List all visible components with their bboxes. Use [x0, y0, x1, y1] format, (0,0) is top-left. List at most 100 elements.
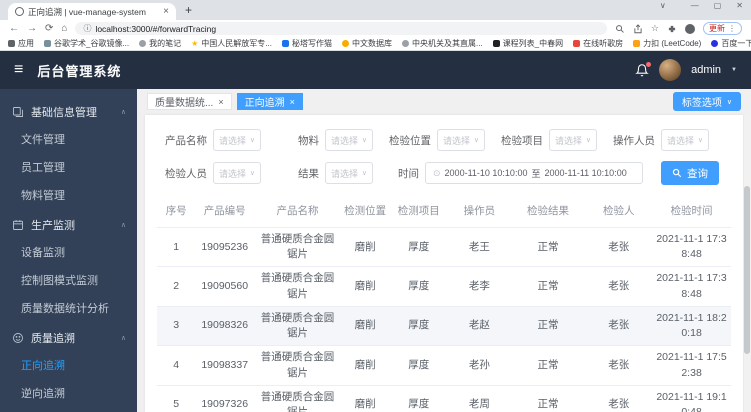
result-select[interactable]: 请选择 ∨: [325, 162, 373, 184]
product-name-select[interactable]: 请选择 ∨: [213, 129, 261, 151]
bookmark-item[interactable]: 我的笔记: [139, 38, 181, 49]
scrollbar-thumb[interactable]: [744, 186, 750, 354]
star-favicon-icon: ★: [191, 39, 199, 48]
operator-select[interactable]: 请选择 ∨: [661, 129, 709, 151]
bookmark-item[interactable]: 中文数据库: [341, 38, 392, 49]
bookmark-item[interactable]: ★ 中国人民解放军专...: [191, 38, 272, 49]
new-tab-button[interactable]: +: [185, 3, 192, 17]
sidebar-item-file-mgmt[interactable]: 文件管理: [0, 126, 137, 154]
bookmark-item[interactable]: 课程列表_中春网: [492, 38, 563, 49]
table-cell: 3: [157, 306, 196, 347]
profile-avatar[interactable]: [685, 23, 695, 34]
update-button[interactable]: 更新 ⋮: [703, 22, 742, 35]
sidebar-item-control-chart[interactable]: 控制图模式监测: [0, 267, 137, 295]
extensions-icon[interactable]: [667, 24, 677, 34]
table-cell: 老李: [448, 266, 511, 307]
reload-icon[interactable]: ⟳: [45, 23, 53, 34]
browser-menu-icon[interactable]: ⋮: [728, 24, 736, 33]
sidebar-item-backward-tracing[interactable]: 逆向追溯: [0, 380, 137, 408]
column-header: 检验结果: [510, 194, 586, 228]
select-placeholder: 请选择: [331, 135, 359, 146]
sidebar-group-basic-info[interactable]: 基础信息管理 ∧: [0, 97, 137, 126]
tag-options-label: 标签选项: [681, 98, 722, 109]
table-cell: 厚度: [389, 266, 449, 307]
user-avatar[interactable]: [659, 59, 682, 81]
tab-quality-stats[interactable]: 质量数据统... ×: [147, 93, 232, 110]
search-label: 查询: [687, 167, 708, 180]
search-button[interactable]: 查询: [661, 161, 719, 185]
home-icon[interactable]: ⌂: [61, 23, 67, 34]
filter-label: 产品名称: [165, 134, 207, 147]
zoom-icon[interactable]: [615, 24, 625, 34]
url-text: localhost:3000/#/forwardTracing: [95, 23, 217, 34]
select-placeholder: 请选择: [667, 135, 695, 146]
minimize-icon[interactable]: —: [691, 1, 699, 10]
notification-bell-button[interactable]: [635, 62, 652, 77]
material-select[interactable]: 请选择 ∨: [325, 129, 373, 151]
sidebar-item-material-mgmt[interactable]: 物料管理: [0, 182, 137, 210]
inspector-select[interactable]: 请选择 ∨: [213, 162, 261, 184]
table-cell: 19098337: [195, 345, 254, 386]
tab-close-icon[interactable]: ×: [218, 97, 223, 107]
hamburger-icon[interactable]: ≡: [14, 62, 23, 78]
bookmark-item[interactable]: 秘塔写作猫: [281, 38, 332, 49]
table-cell: 2021-11-1 18:20:18: [652, 306, 731, 347]
bookmark-label: 力扣 (LeetCode): [643, 39, 702, 48]
bookmark-label: 百度一下，你就知道: [721, 39, 751, 48]
sidebar-item-forward-tracing[interactable]: 正向追溯: [0, 352, 137, 380]
bookmark-label: 在线听歌房: [583, 39, 624, 48]
sidebar-group-label: 质量追溯: [31, 332, 75, 345]
sidebar-group-quality-trace[interactable]: 质量追溯 ∧: [0, 323, 137, 352]
select-placeholder: 请选择: [219, 168, 247, 179]
table-cell: 厚度: [389, 385, 449, 412]
browser-tabstrip: 正向追溯 | vue-manage-system × + ∨ — ▢ ✕: [0, 0, 751, 20]
tag-options-button[interactable]: 标签选项 ∨: [672, 92, 741, 111]
back-icon[interactable]: ←: [9, 23, 19, 34]
scrollbar[interactable]: [744, 114, 750, 412]
site-favicon-icon: [15, 7, 24, 16]
window-close-icon[interactable]: ✕: [736, 1, 743, 10]
table-cell: 老赵: [448, 306, 511, 347]
sidebar-item-employee-mgmt[interactable]: 员工管理: [0, 154, 137, 182]
chevron-down-icon: ∨: [585, 137, 591, 144]
bookmark-item[interactable]: 百度一下，你就知道: [711, 38, 751, 49]
bookmark-star-icon[interactable]: ☆: [651, 23, 659, 34]
browser-tab[interactable]: 正向追溯 | vue-manage-system ×: [8, 3, 176, 20]
bookmark-item[interactable]: 谷歌学术_谷歌镜像...: [44, 38, 129, 49]
maximize-icon[interactable]: ▢: [714, 1, 722, 10]
table-cell: 老孙: [448, 345, 511, 386]
tab-close-icon[interactable]: ×: [163, 6, 169, 17]
site-info-icon[interactable]: ⓘ: [83, 23, 91, 34]
bookmark-item[interactable]: 中央机关及其直属...: [401, 38, 483, 49]
column-header: 检验时间: [652, 194, 731, 228]
bookmark-item[interactable]: 在线听歌房: [573, 38, 623, 49]
tab-search-icon[interactable]: ∨: [660, 1, 666, 10]
results-table: 序号 产品编号 产品名称 检测位置 检测项目 操作员 检验结果 检验人 检验时间: [157, 194, 731, 412]
table-cell: 老周: [448, 385, 511, 412]
chevron-down-icon: ∨: [697, 137, 703, 144]
sidebar-item-device-monitor[interactable]: 设备监测: [0, 239, 137, 267]
chevron-down-icon: ∨: [249, 137, 255, 144]
bookmark-item[interactable]: 力扣 (LeetCode): [633, 38, 701, 49]
bookmark-favicon: [281, 40, 289, 47]
column-header: 产品名称: [254, 194, 341, 228]
share-icon[interactable]: [633, 23, 643, 34]
table-cell: 2021-11-1 17:38:48: [652, 227, 731, 268]
tab-forward-tracing[interactable]: 正向追溯 ×: [236, 93, 303, 110]
table-cell: 厚度: [389, 227, 449, 268]
sidebar-group-label: 基础信息管理: [31, 106, 97, 119]
username: admin: [691, 64, 722, 76]
inspect-position-select[interactable]: 请选择 ∨: [437, 129, 485, 151]
sidebar-group-production-monitor[interactable]: 生产监测 ∧: [0, 210, 137, 239]
table-cell: 老张: [585, 345, 653, 386]
bookmark-apps[interactable]: 应用: [8, 38, 34, 49]
inspect-item-select[interactable]: 请选择 ∨: [549, 129, 597, 151]
user-menu-caret-icon[interactable]: ▼: [731, 67, 737, 73]
tab-close-icon[interactable]: ×: [290, 97, 295, 107]
sidebar-item-quality-stats[interactable]: 质量数据统计分析: [0, 295, 137, 323]
forward-icon[interactable]: →: [27, 23, 37, 34]
table-cell: 正常: [510, 266, 586, 307]
address-bar[interactable]: ⓘ localhost:3000/#/forwardTracing: [75, 22, 607, 35]
table-cell: 磨削: [340, 266, 390, 307]
time-range-input[interactable]: ⊙ 2000-11-10 10:10:00 至 2000-11-11 10:10…: [425, 162, 643, 184]
